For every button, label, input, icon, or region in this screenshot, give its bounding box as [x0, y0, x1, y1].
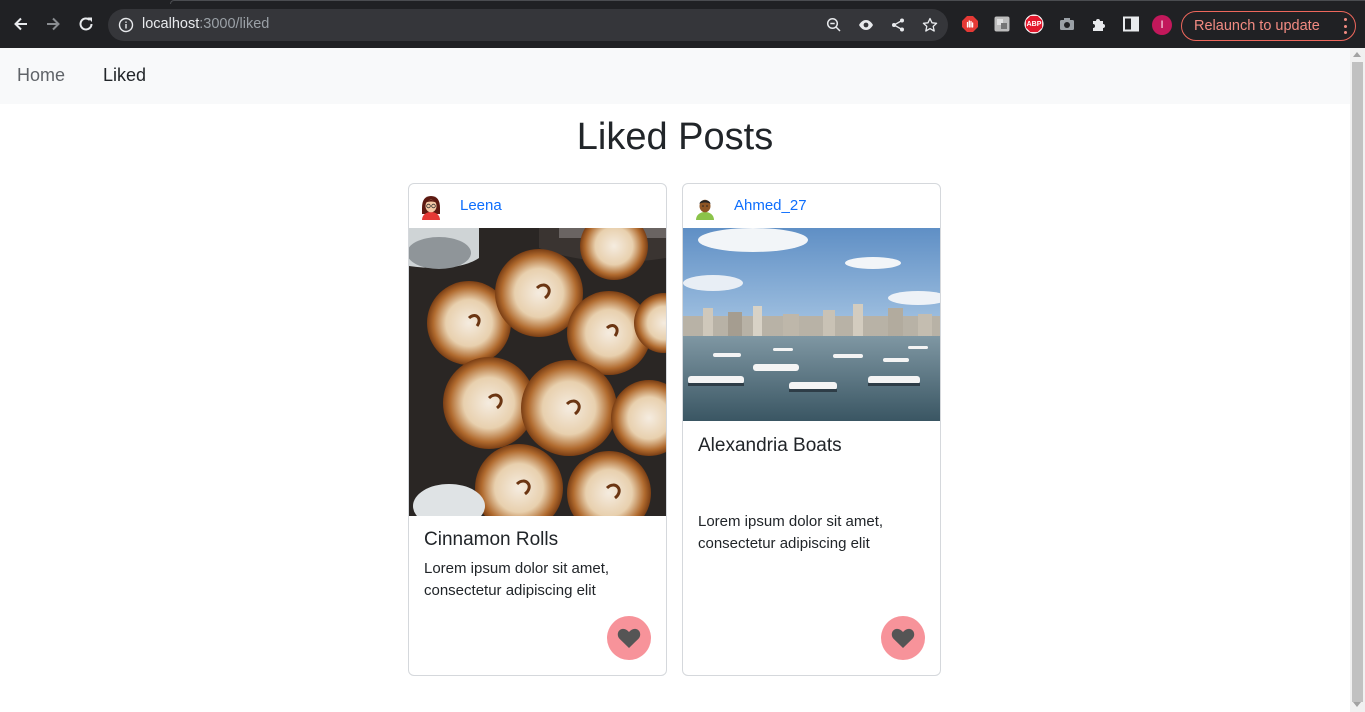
adblock-label: ABP: [1026, 20, 1042, 28]
post-author-link[interactable]: Leena: [460, 197, 502, 214]
arrow-right-icon: [47, 17, 60, 31]
address-bar[interactable]: localhost:3000/liked: [108, 9, 948, 41]
post-card-header: Ahmed_27: [683, 184, 940, 228]
extension-puzzle-tile-icon[interactable]: [992, 14, 1012, 34]
side-panel-icon[interactable]: [1121, 14, 1141, 34]
post-card-header: Leena: [409, 184, 666, 228]
bookmark-star-icon[interactable]: [922, 17, 938, 33]
browser-toolbar: localhost:3000/liked ABP I Relaunch to u…: [0, 0, 1365, 48]
post-card: Leena Cinnamon Rolls Lorem ipsum dolor s…: [408, 183, 667, 676]
relaunch-label: Relaunch to update: [1194, 18, 1320, 34]
info-icon[interactable]: [118, 17, 134, 33]
like-button[interactable]: [881, 616, 925, 660]
like-button[interactable]: [607, 616, 651, 660]
app-navbar: Home Liked: [0, 48, 1350, 104]
post-image: [409, 228, 666, 516]
post-image-cinnamon-rolls: [409, 228, 666, 516]
more-vert-icon[interactable]: [1343, 18, 1347, 34]
url-host: localhost: [142, 16, 200, 32]
post-body: Lorem ipsum dolor sit amet, consectetur …: [424, 560, 610, 599]
share-icon[interactable]: [890, 17, 906, 33]
nav-link-liked[interactable]: Liked: [103, 65, 146, 86]
post-title: Alexandria Boats: [698, 435, 842, 456]
scroll-up-arrow-icon[interactable]: [1353, 52, 1361, 57]
url-path: :3000/liked: [199, 16, 270, 32]
post-title: Cinnamon Rolls: [424, 529, 559, 550]
post-image-alexandria-boats: [683, 228, 940, 421]
tab-strip-edge: [170, 0, 1365, 4]
extension-stop-icon[interactable]: [960, 14, 980, 34]
profile-avatar[interactable]: I: [1152, 15, 1172, 35]
zoom-out-icon[interactable]: [826, 17, 842, 33]
back-button[interactable]: [11, 14, 31, 34]
page-scrollbar[interactable]: [1350, 48, 1365, 712]
extensions-puzzle-icon[interactable]: [1089, 14, 1109, 34]
scroll-down-arrow-icon[interactable]: [1353, 702, 1361, 707]
camera-extension-icon[interactable]: [1057, 14, 1077, 34]
heart-icon: [891, 628, 915, 648]
reload-icon: [79, 17, 93, 31]
forward-button[interactable]: [43, 14, 63, 34]
reload-button[interactable]: [76, 14, 96, 34]
url-text: localhost:3000/liked: [142, 16, 269, 32]
user-avatar-icon: [696, 199, 714, 220]
post-author-link[interactable]: Ahmed_27: [734, 197, 807, 214]
scrollbar-thumb[interactable]: [1352, 62, 1363, 702]
relaunch-button[interactable]: Relaunch to update: [1181, 11, 1356, 41]
page-title: Liked Posts: [576, 116, 774, 158]
arrow-left-icon: [14, 17, 27, 31]
user-avatar-icon: [422, 196, 440, 220]
post-card: Ahmed_27 Alexandria Boats Lorem ipsum do…: [682, 183, 941, 676]
heart-icon: [617, 628, 641, 648]
eye-icon[interactable]: [858, 17, 874, 33]
nav-link-home[interactable]: Home: [17, 65, 65, 86]
adblock-plus-icon[interactable]: ABP: [1024, 14, 1044, 34]
post-image: [683, 228, 940, 421]
post-body: Lorem ipsum dolor sit amet, consectetur …: [698, 513, 884, 552]
